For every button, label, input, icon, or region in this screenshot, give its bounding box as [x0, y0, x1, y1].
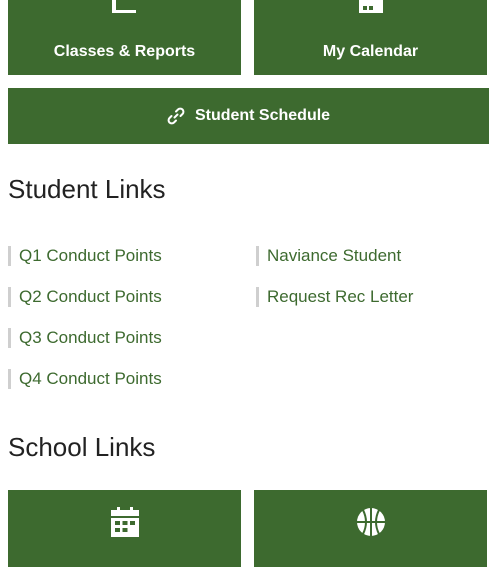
link-q4-conduct-points[interactable]: Q4 Conduct Points [8, 369, 162, 389]
classes-reports-tile[interactable]: Classes & Reports [8, 0, 241, 75]
link-request-rec-letter[interactable]: Request Rec Letter [256, 287, 413, 307]
athletics-tile[interactable] [254, 490, 487, 567]
calendar-icon [110, 506, 139, 537]
classes-reports-label: Classes & Reports [53, 43, 196, 60]
link-icon [167, 107, 185, 125]
school-links-heading: School Links [8, 432, 156, 462]
student-schedule-button[interactable]: Student Schedule [8, 88, 489, 144]
link-q1-conduct-points[interactable]: Q1 Conduct Points [8, 246, 162, 266]
calendar-icon [356, 0, 386, 19]
school-calendar-tile[interactable] [8, 490, 241, 567]
student-schedule-label: Student Schedule [194, 107, 331, 124]
link-q2-conduct-points[interactable]: Q2 Conduct Points [8, 287, 162, 307]
link-naviance-student[interactable]: Naviance Student [256, 246, 401, 266]
link-q3-conduct-points[interactable]: Q3 Conduct Points [8, 328, 162, 348]
basketball-icon [356, 507, 385, 536]
my-calendar-tile[interactable]: My Calendar [254, 0, 487, 75]
report-icon [108, 0, 142, 19]
my-calendar-label: My Calendar [322, 43, 419, 60]
student-links-heading: Student Links [8, 174, 166, 204]
